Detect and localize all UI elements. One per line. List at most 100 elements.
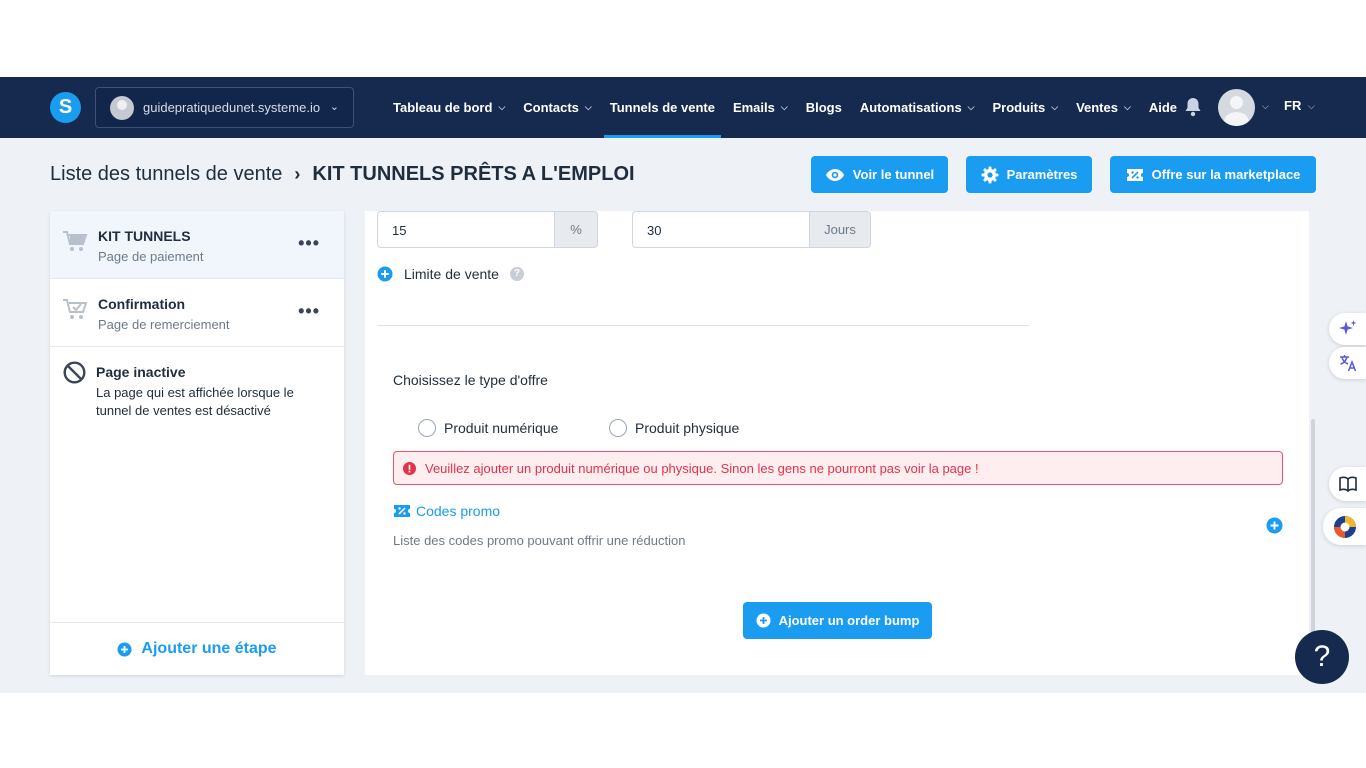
sale-limit-label: Limite de vente	[404, 266, 499, 282]
translate-icon	[1339, 355, 1356, 372]
menu-label: Produits	[992, 100, 1046, 115]
alert-text: Veuillez ajouter un produit numérique ou…	[425, 460, 979, 476]
menu-item-tunnels-de-vente[interactable]: Tunnels de vente	[601, 77, 724, 138]
funnel-steps-panel: KIT TUNNELS Page de paiement ••• Confirm…	[50, 211, 344, 675]
help-chat-button[interactable]: ?	[1295, 630, 1349, 684]
radio-circle[interactable]	[418, 419, 436, 437]
menu-item-aide[interactable]: Aide	[1140, 77, 1186, 138]
menu-item-produits[interactable]: Produits ⌵	[984, 77, 1068, 138]
duration-input-group: 30 Jours	[632, 211, 871, 248]
step-title: Confirmation	[98, 296, 186, 312]
globe-extension-icon	[1333, 515, 1356, 538]
menu-item-emails[interactable]: Emails ⌵	[724, 77, 797, 138]
menu-label: Aide	[1148, 100, 1177, 115]
menu-label: Contacts	[523, 100, 579, 115]
ai-assistant-button[interactable]	[1329, 313, 1366, 345]
menu-label: Emails	[732, 100, 775, 115]
step-subtitle: Page de paiement	[98, 249, 204, 264]
marketplace-offer-button[interactable]: Offre sur la marketplace	[1110, 156, 1316, 193]
bell-icon[interactable]	[1184, 97, 1202, 117]
step-kit-tunnels[interactable]: KIT TUNNELS Page de paiement •••	[50, 211, 344, 279]
site-name: guidepratiquedunet.systeme.io	[143, 100, 321, 115]
promo-codes-description: Liste des codes promo pouvant offrir une…	[393, 533, 686, 548]
inactive-title: Page inactive	[96, 364, 186, 380]
chevron-down-icon: ⌵	[780, 102, 788, 112]
add-step-label: Ajouter une étape	[141, 640, 277, 657]
site-selector[interactable]: guidepratiquedunet.systeme.io ⌄	[95, 87, 354, 128]
radio-digital-product[interactable]: Produit numérique	[418, 419, 558, 437]
settings-label: Paramètres	[1006, 167, 1078, 182]
chevron-down-icon: ⌵	[1051, 102, 1059, 112]
radio-circle[interactable]	[609, 419, 627, 437]
more-options-icon[interactable]: •••	[298, 233, 320, 254]
breadcrumb: Liste des tunnels de vente › KIT TUNNELS…	[50, 163, 635, 186]
duration-unit: Jours	[809, 211, 871, 248]
book-icon	[1338, 476, 1357, 492]
app-frame: S guidepratiquedunet.systeme.io ⌄ Tablea…	[0, 77, 1366, 693]
plus-circle-icon	[756, 613, 771, 628]
main-menu: Tableau de bord ⌵ Contacts ⌵ Tunnels de ve…	[384, 77, 1186, 138]
ticket-icon	[1126, 168, 1143, 181]
menu-item-blogs[interactable]: Blogs	[797, 77, 851, 138]
section-divider	[377, 325, 1029, 326]
menu-label: Tableau de bord	[393, 100, 493, 115]
promo-codes-label: Codes promo	[416, 503, 501, 519]
translate-button[interactable]	[1329, 347, 1366, 379]
menu-item-contacts[interactable]: Contacts ⌵	[514, 77, 600, 138]
site-avatar	[110, 96, 134, 120]
menu-label: Blogs	[805, 100, 842, 115]
add-promo-code-icon[interactable]	[1266, 517, 1283, 534]
breadcrumb-parent[interactable]: Liste des tunnels de vente	[50, 163, 282, 186]
language-selector[interactable]: FR	[1284, 98, 1301, 113]
promo-codes-title[interactable]: Codes promo	[393, 503, 500, 519]
radio-label: Produit physique	[635, 420, 740, 436]
menu-item-ventes[interactable]: Ventes ⌵	[1067, 77, 1140, 138]
inactive-description: La page qui est affichée lorsque le tunn…	[96, 385, 294, 418]
add-step-button[interactable]: Ajouter une étape	[50, 622, 344, 675]
cart-icon	[63, 231, 88, 251]
discount-unit: %	[554, 211, 598, 248]
plus-circle-icon	[117, 642, 132, 656]
error-icon	[403, 461, 416, 475]
offer-type-label: Choisissez le type d'offre	[393, 372, 548, 388]
page-title: KIT TUNNELS PRÊTS A L'EMPLOI	[312, 163, 635, 185]
chevron-down-icon: ⌵	[967, 102, 975, 112]
view-funnel-label: Voir le tunnel	[852, 167, 935, 182]
menu-item-tableau-de-bord[interactable]: Tableau de bord ⌵	[384, 77, 514, 138]
menu-label: Automatisations	[859, 100, 962, 115]
radio-physical-product[interactable]: Produit physique	[609, 419, 739, 437]
add-order-bump-label: Ajouter un order bump	[778, 613, 920, 628]
duration-input[interactable]: 30	[632, 211, 809, 248]
systeme-logo[interactable]: S	[50, 92, 81, 123]
chevron-down-icon: ⌵	[498, 102, 506, 112]
chevron-down-icon[interactable]: ⌵	[1308, 101, 1315, 112]
step-confirmation[interactable]: Confirmation Page de remerciement •••	[50, 279, 344, 347]
radio-label: Produit numérique	[444, 420, 559, 436]
view-funnel-button[interactable]: Voir le tunnel	[811, 156, 948, 193]
sale-limit-toggle[interactable]: Limite de vente ?	[377, 266, 524, 282]
cart-check-icon	[63, 299, 88, 319]
chevron-right-icon: ›	[294, 164, 301, 184]
step-title: KIT TUNNELS	[98, 228, 191, 244]
eye-icon	[825, 168, 844, 181]
extension-button[interactable]	[1323, 508, 1366, 545]
chevron-down-icon: ⌄	[329, 101, 339, 113]
step-settings-panel: 15 % 30 Jours Limite de vente ? Choisiss…	[365, 211, 1309, 675]
user-avatar[interactable]	[1218, 89, 1255, 126]
menu-item-automatisations[interactable]: Automatisations ⌵	[851, 77, 984, 138]
add-order-bump-button[interactable]: Ajouter un order bump	[743, 602, 932, 639]
discount-input[interactable]: 15	[377, 211, 554, 248]
reader-button[interactable]	[1329, 467, 1366, 501]
chevron-down-icon: ⌵	[584, 102, 592, 112]
help-icon[interactable]: ?	[509, 267, 524, 281]
discount-input-group: 15 %	[377, 211, 598, 248]
more-options-icon[interactable]: •••	[298, 301, 320, 322]
error-alert: Veuillez ajouter un produit numérique ou…	[393, 451, 1283, 485]
menu-label: Tunnels de vente	[609, 100, 715, 115]
sparkle-icon	[1338, 320, 1356, 335]
gear-icon	[981, 166, 999, 183]
settings-button[interactable]: Paramètres	[966, 156, 1092, 193]
step-subtitle: Page de remerciement	[98, 317, 230, 332]
chevron-down-icon: ⌵	[1123, 102, 1131, 112]
chevron-down-icon[interactable]: ⌵	[1262, 101, 1269, 112]
